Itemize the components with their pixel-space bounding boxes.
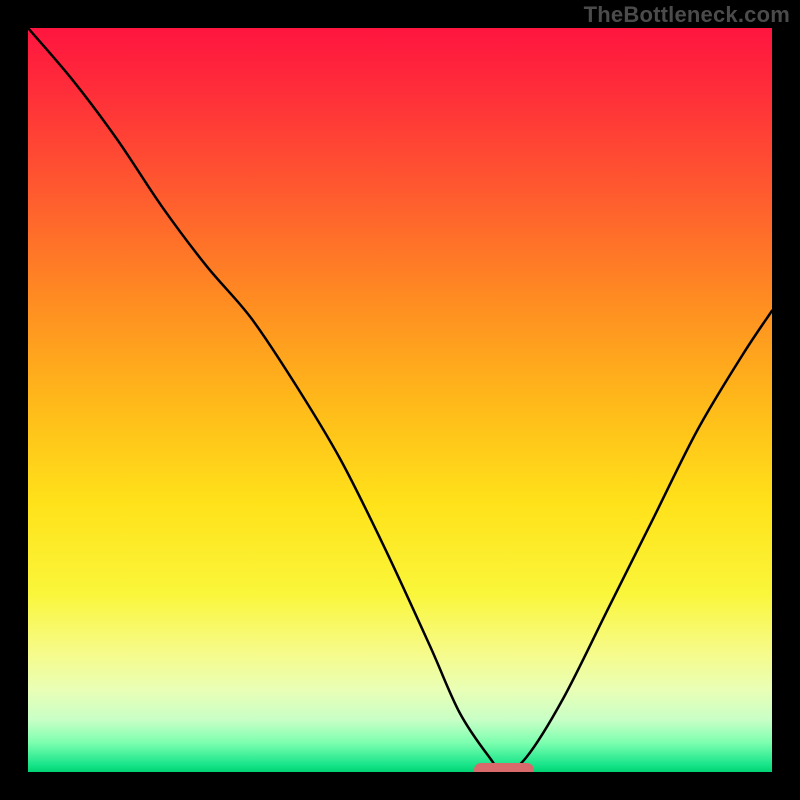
bottleneck-curve-path xyxy=(28,28,772,772)
curve-svg xyxy=(28,28,772,772)
optimal-marker xyxy=(474,763,534,772)
plot-area xyxy=(28,28,772,772)
watermark-text: TheBottleneck.com xyxy=(584,2,790,28)
chart-frame: TheBottleneck.com xyxy=(0,0,800,800)
